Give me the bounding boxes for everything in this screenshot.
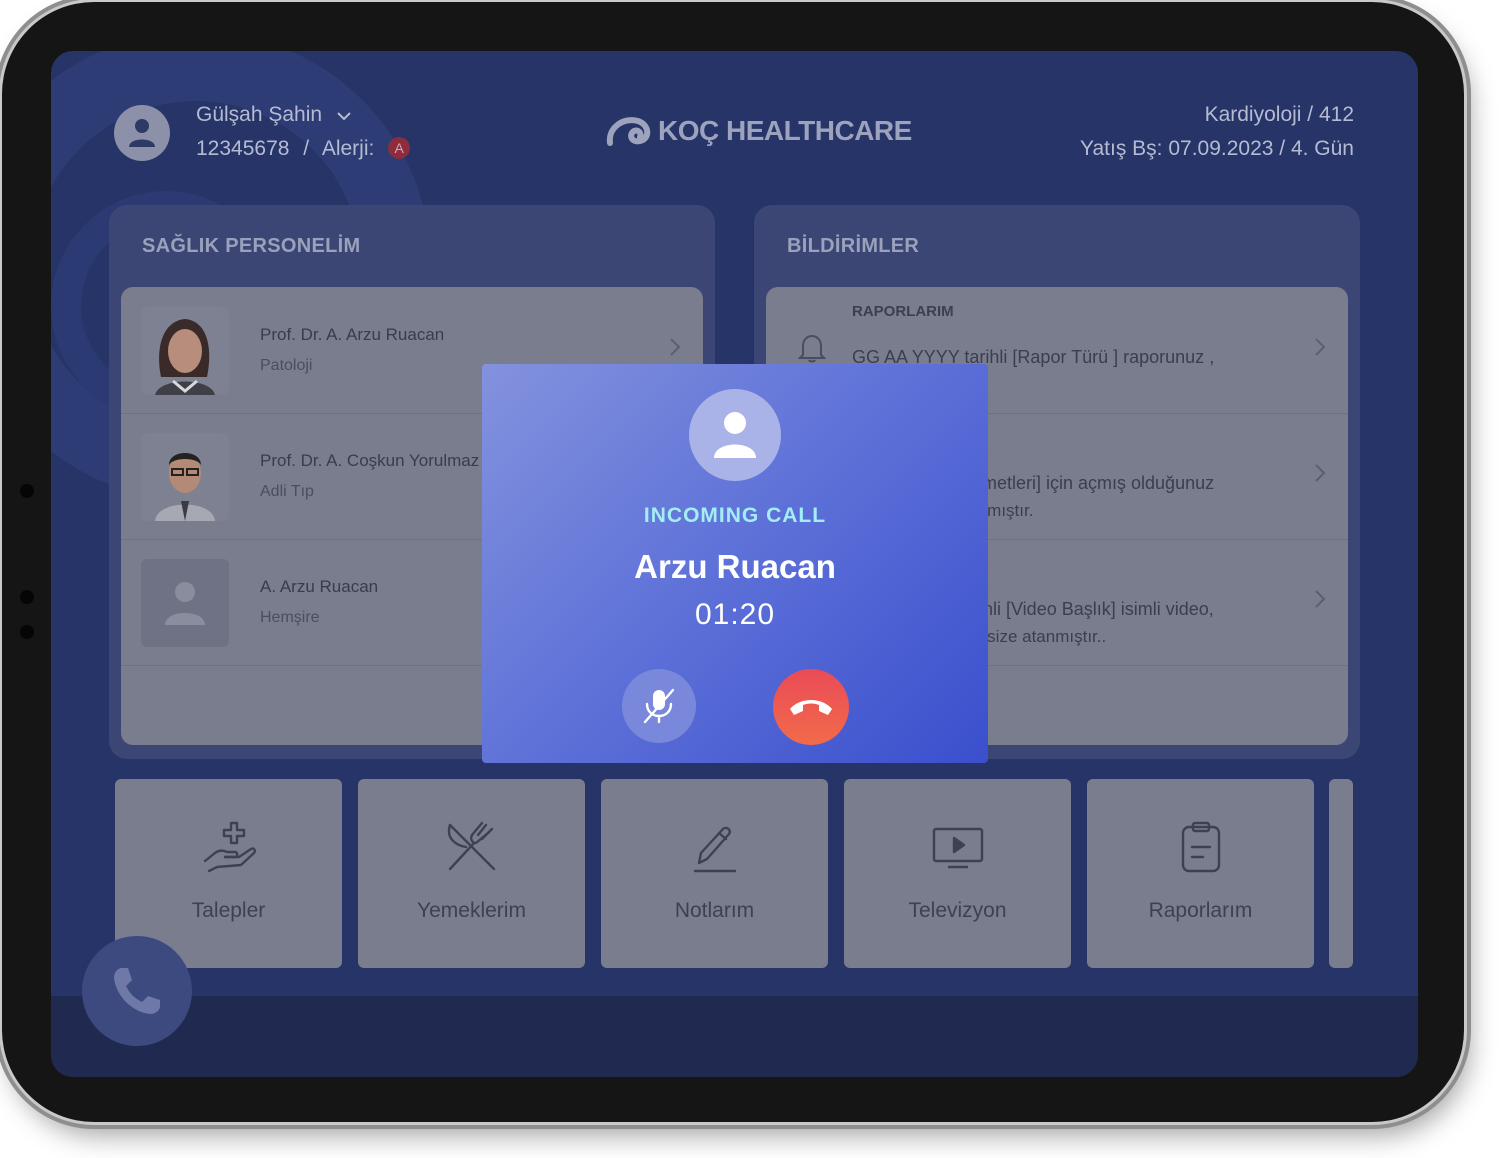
bell-icon [797, 333, 827, 368]
tile-notlarim[interactable]: Notlarım [601, 779, 828, 968]
patient-id: 12345678 [196, 137, 290, 160]
pencil-icon [687, 819, 743, 880]
chevron-right-icon [1314, 589, 1326, 614]
tile-raporlarim[interactable]: Raporlarım [1087, 779, 1314, 968]
doctor-photo [141, 307, 229, 395]
staff-name: Prof. Dr. A. Coşkun Yorulmaz [260, 451, 480, 470]
tile-label: Raporlarım [1148, 899, 1253, 922]
tile-televizyon[interactable]: Televizyon [844, 779, 1071, 968]
tile-label: Televizyon [908, 899, 1007, 922]
notification-title: RAPORLARIM [852, 303, 954, 320]
hang-up-icon [790, 700, 832, 715]
mute-button[interactable] [622, 669, 696, 743]
allergy-label: Alerji: [321, 137, 375, 160]
patient-name: Gülşah Şahin [196, 103, 323, 126]
staff-name: Prof. Dr. A. Arzu Ruacan [260, 325, 445, 344]
bottom-bar [51, 995, 1418, 1077]
patient-name-dropdown[interactable]: Gülşah Şahin [196, 103, 352, 127]
tablet-frame: Gülşah Şahin 12345678 / Alerji: A KOÇ HE… [2, 2, 1464, 1122]
caller-avatar [689, 389, 781, 481]
mic-off-icon [643, 688, 675, 724]
tile-label: Yemeklerim [417, 899, 526, 922]
chevron-right-icon [1314, 463, 1326, 488]
call-timer: 01:20 [694, 598, 776, 631]
staff-dept: Adli Tıp [260, 483, 314, 500]
chevron-right-icon [669, 337, 681, 362]
fork-knife-icon [444, 819, 500, 880]
user-icon [129, 119, 155, 147]
notification-text: rihli [Video Başlık] isimli video, [973, 599, 1214, 619]
tile-yemeklerim[interactable]: Yemeklerim [358, 779, 585, 968]
patient-id-row: 12345678 / Alerji: A [196, 137, 411, 161]
admission-info: Yatış Bş: 07.09.2023 / 4. Gün [1080, 137, 1354, 160]
swirl-logo-icon [606, 117, 651, 146]
staff-name: A. Arzu Ruacan [260, 577, 379, 596]
separator: / [303, 137, 310, 160]
tile-label: Talepler [191, 899, 266, 922]
staff-dept: Patoloji [260, 357, 313, 374]
tile-more[interactable] [1329, 779, 1353, 968]
user-icon [714, 412, 756, 458]
tv-icon [930, 819, 986, 880]
incoming-call-modal: INCOMING CALL Arzu Ruacan 01:20 [482, 364, 988, 763]
chevron-right-icon [1314, 337, 1326, 362]
end-call-button[interactable] [773, 669, 849, 745]
phone-icon [114, 968, 160, 1014]
brand-logo: KOÇ HEALTHCARE [606, 113, 912, 149]
user-icon [165, 582, 205, 625]
brand-name: KOÇ HEALTHCARE [658, 115, 912, 146]
notification-text: e size atanmıştır.. [973, 627, 1107, 646]
doctor-photo [141, 433, 229, 521]
placeholder-avatar [141, 559, 229, 647]
screen: Gülşah Şahin 12345678 / Alerji: A KOÇ HE… [51, 51, 1418, 1077]
caller-name: Arzu Ruacan [634, 548, 836, 585]
panel-title: SAĞLIK PERSONELİM [142, 235, 361, 257]
tile-label: Notlarım [674, 899, 755, 922]
camera-dot [20, 590, 34, 604]
department-room: Kardiyoloji / 412 [1204, 103, 1354, 126]
staff-dept: Hemşire [260, 609, 320, 626]
call-status: INCOMING CALL [643, 504, 827, 527]
patient-avatar[interactable] [114, 105, 170, 161]
camera-dot [20, 625, 34, 639]
chevron-down-icon [336, 103, 352, 127]
clipboard-icon [1173, 819, 1229, 880]
allergy-badge[interactable]: A [388, 137, 411, 159]
panel-title: BİLDİRİMLER [787, 235, 920, 257]
hand-plus-icon [201, 819, 257, 880]
camera-dot [20, 484, 34, 498]
notification-text: zmetleri] için açmış olduğunuz [973, 473, 1215, 493]
call-button[interactable] [82, 936, 192, 1046]
